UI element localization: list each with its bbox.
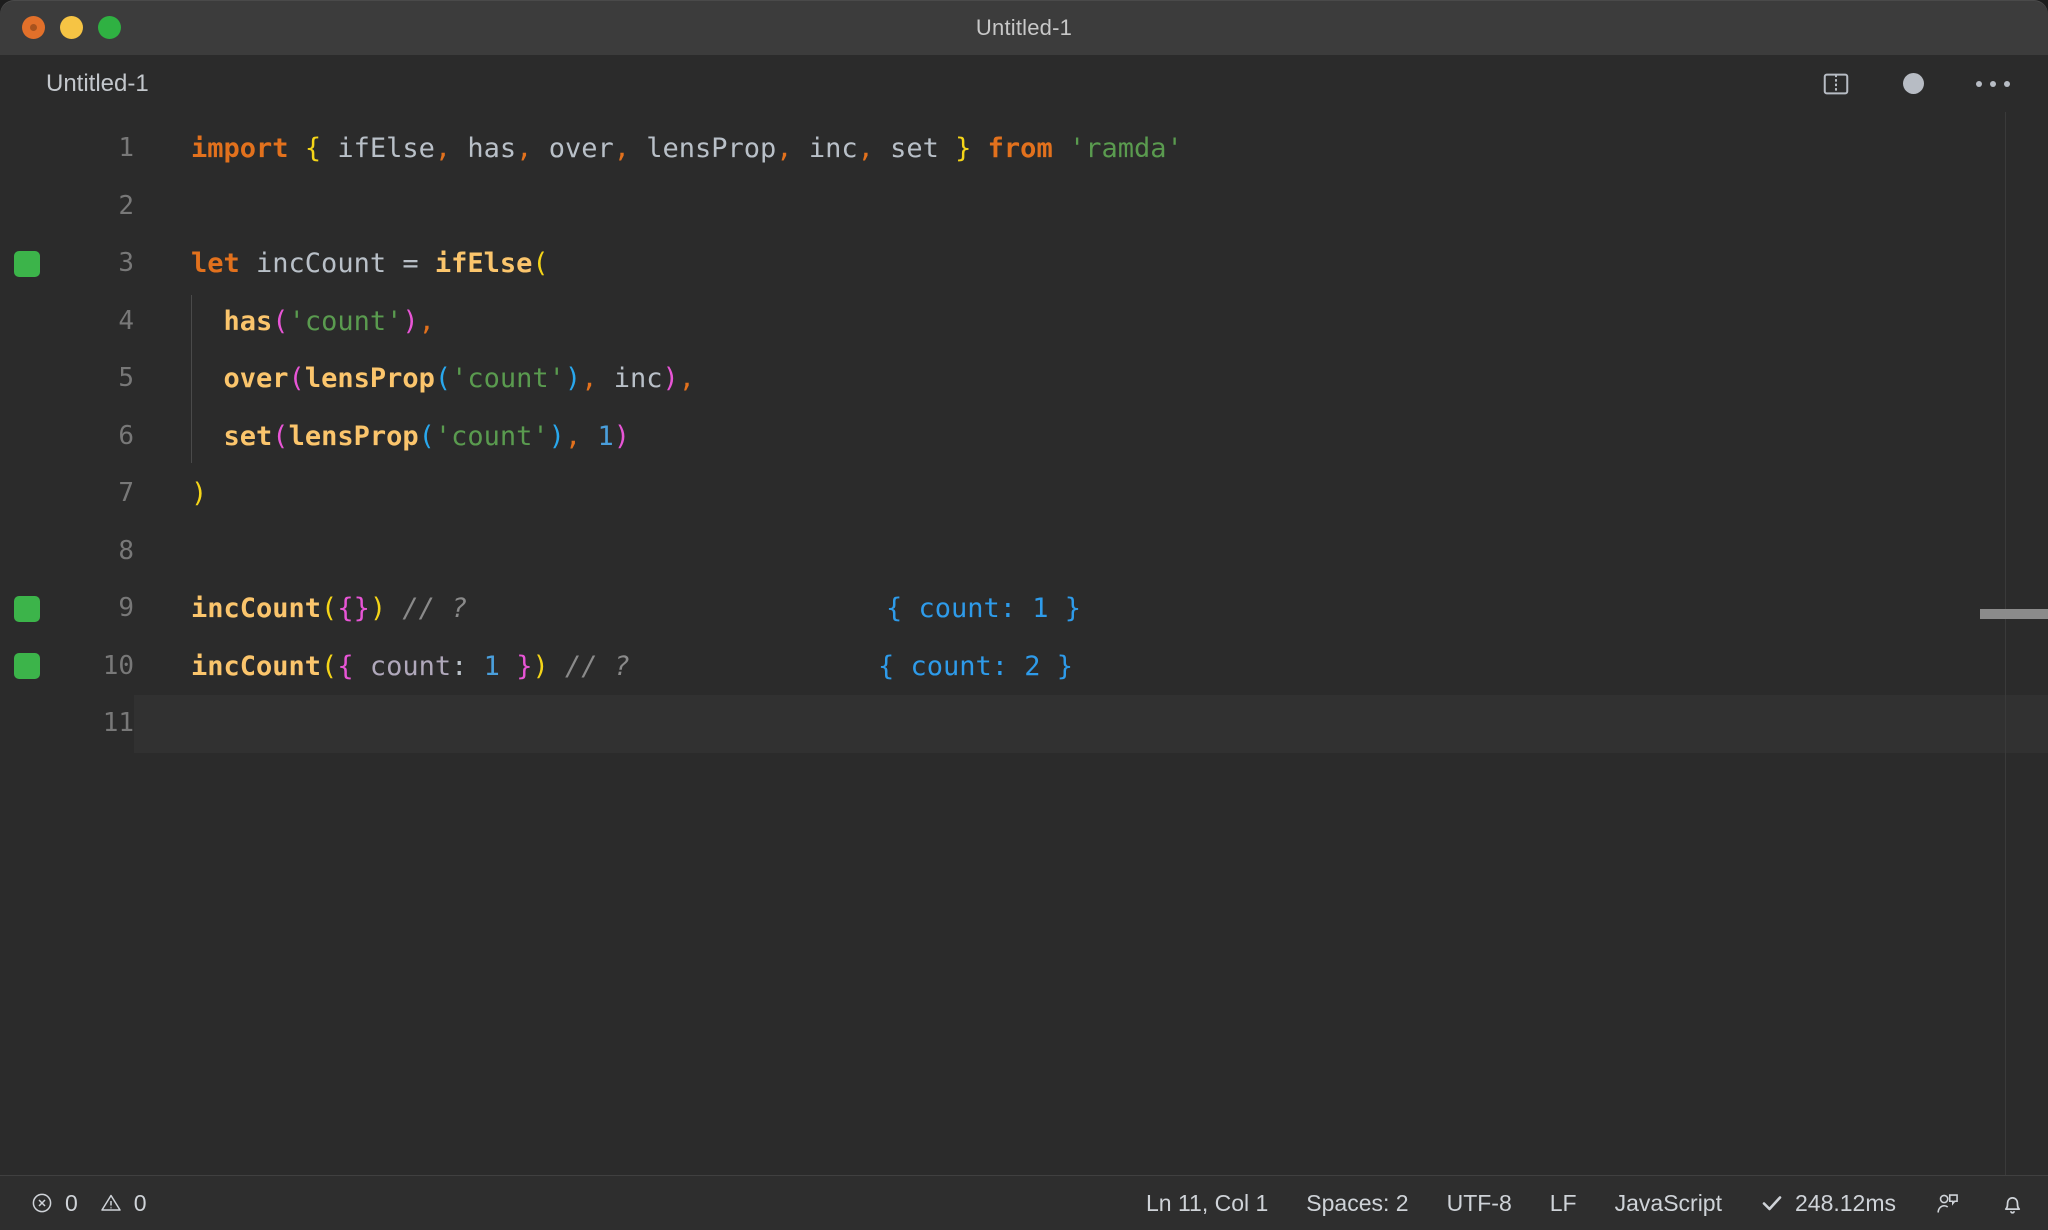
line-number: 1	[118, 133, 134, 163]
maximize-window-button[interactable]	[98, 16, 121, 39]
title-bar: Untitled-1	[0, 0, 2048, 55]
status-bar-left: 0 0	[30, 1190, 147, 1217]
line-number: 7	[118, 478, 134, 508]
line-number: 5	[118, 363, 134, 393]
ellipsis-icon[interactable]	[1976, 80, 2010, 87]
overview-ruler[interactable]	[2005, 112, 2006, 1175]
code-line[interactable]: 11	[0, 695, 2048, 753]
code-text[interactable]: import { ifElse, has, over, lensProp, in…	[134, 120, 2048, 178]
indentation-setting[interactable]: Spaces: 2	[1306, 1190, 1408, 1217]
line-number: 4	[118, 305, 134, 336]
code-text[interactable]: has('count'),	[134, 293, 2048, 351]
code-text[interactable]: )	[134, 465, 2048, 523]
code-text[interactable]	[134, 523, 2048, 581]
code-line[interactable]: 5 over(lensProp('count'), inc),	[0, 350, 2048, 408]
editor-window: Untitled-1 Untitled-1 1 import { ifElse, …	[0, 0, 2048, 1230]
run-time-value: 248.12ms	[1794, 1189, 1896, 1216]
code-line[interactable]: 3 let incCount = ifElse(	[0, 235, 2048, 293]
eol-setting[interactable]: LF	[1550, 1190, 1577, 1217]
code-line[interactable]: 6 set(lensProp('count'), 1)	[0, 408, 2048, 466]
status-bar: 0 0 Ln 11, Col 1 Spaces: 2 UTF-8 LF Java…	[0, 1175, 2048, 1230]
indent-guide	[191, 294, 192, 463]
run-time-indicator[interactable]: 248.12ms	[1760, 1190, 1896, 1217]
minimize-window-button[interactable]	[60, 16, 83, 39]
scrollbar-thumb[interactable]	[1980, 609, 2048, 619]
traffic-lights	[0, 16, 121, 39]
code-text[interactable]: incCount({ count: 1 }) // ?	[134, 638, 2048, 696]
code-text[interactable]	[134, 695, 2048, 753]
tab-bar: Untitled-1	[0, 55, 2048, 112]
warnings-count: 0	[133, 1189, 147, 1216]
problems-indicator[interactable]: 0 0	[30, 1190, 147, 1217]
close-window-button[interactable]	[22, 16, 45, 39]
warning-triangle-icon	[99, 1191, 123, 1215]
encoding-setting[interactable]: UTF-8	[1447, 1190, 1512, 1217]
line-number: 11	[102, 708, 134, 738]
gutter-marker-icon[interactable]	[14, 595, 40, 622]
unsaved-dot-icon[interactable]	[1903, 73, 1924, 94]
inline-result-value: { count: 2 }	[878, 650, 1074, 682]
code-text[interactable]	[134, 178, 2048, 236]
check-icon	[1760, 1191, 1784, 1215]
code-line[interactable]: 8	[0, 523, 2048, 581]
code-text[interactable]: over(lensProp('count'), inc),	[134, 350, 2048, 408]
code-text[interactable]: set(lensProp('count'), 1)	[134, 408, 2048, 466]
code-line[interactable]: 4 has('count'),	[0, 293, 2048, 351]
split-editor-icon[interactable]	[1821, 69, 1851, 99]
line-number: 2	[118, 190, 134, 221]
window-title: Untitled-1	[975, 14, 1073, 40]
gutter-marker-icon[interactable]	[14, 653, 40, 680]
cursor-position[interactable]: Ln 11, Col 1	[1146, 1190, 1268, 1217]
language-mode[interactable]: JavaScript	[1615, 1190, 1722, 1217]
code-line[interactable]: 2	[0, 178, 2048, 236]
line-number: 8	[118, 535, 134, 566]
error-circle-icon	[30, 1191, 54, 1215]
code-line[interactable]: 1 import { ifElse, has, over, lensProp, i…	[0, 120, 2048, 178]
status-bar-right: Ln 11, Col 1 Spaces: 2 UTF-8 LF JavaScri…	[1146, 1190, 2026, 1217]
editor-body[interactable]: 1 import { ifElse, has, over, lensProp, i…	[0, 112, 2048, 1175]
errors-count: 0	[65, 1189, 78, 1216]
line-number: 6	[118, 420, 134, 451]
code-text[interactable]: let incCount = ifElse(	[134, 235, 2048, 293]
tab-untitled-1[interactable]: Untitled-1	[46, 70, 149, 98]
bell-icon[interactable]	[1999, 1190, 2026, 1217]
code-line[interactable]: 7)	[0, 465, 2048, 523]
live-share-icon[interactable]	[1934, 1190, 1961, 1217]
gutter-marker-icon[interactable]	[14, 250, 40, 277]
code-text[interactable]: incCount({}) // ?	[134, 580, 2048, 638]
inline-result-value: { count: 1 }	[886, 593, 1082, 624]
tab-actions	[1821, 69, 2010, 99]
